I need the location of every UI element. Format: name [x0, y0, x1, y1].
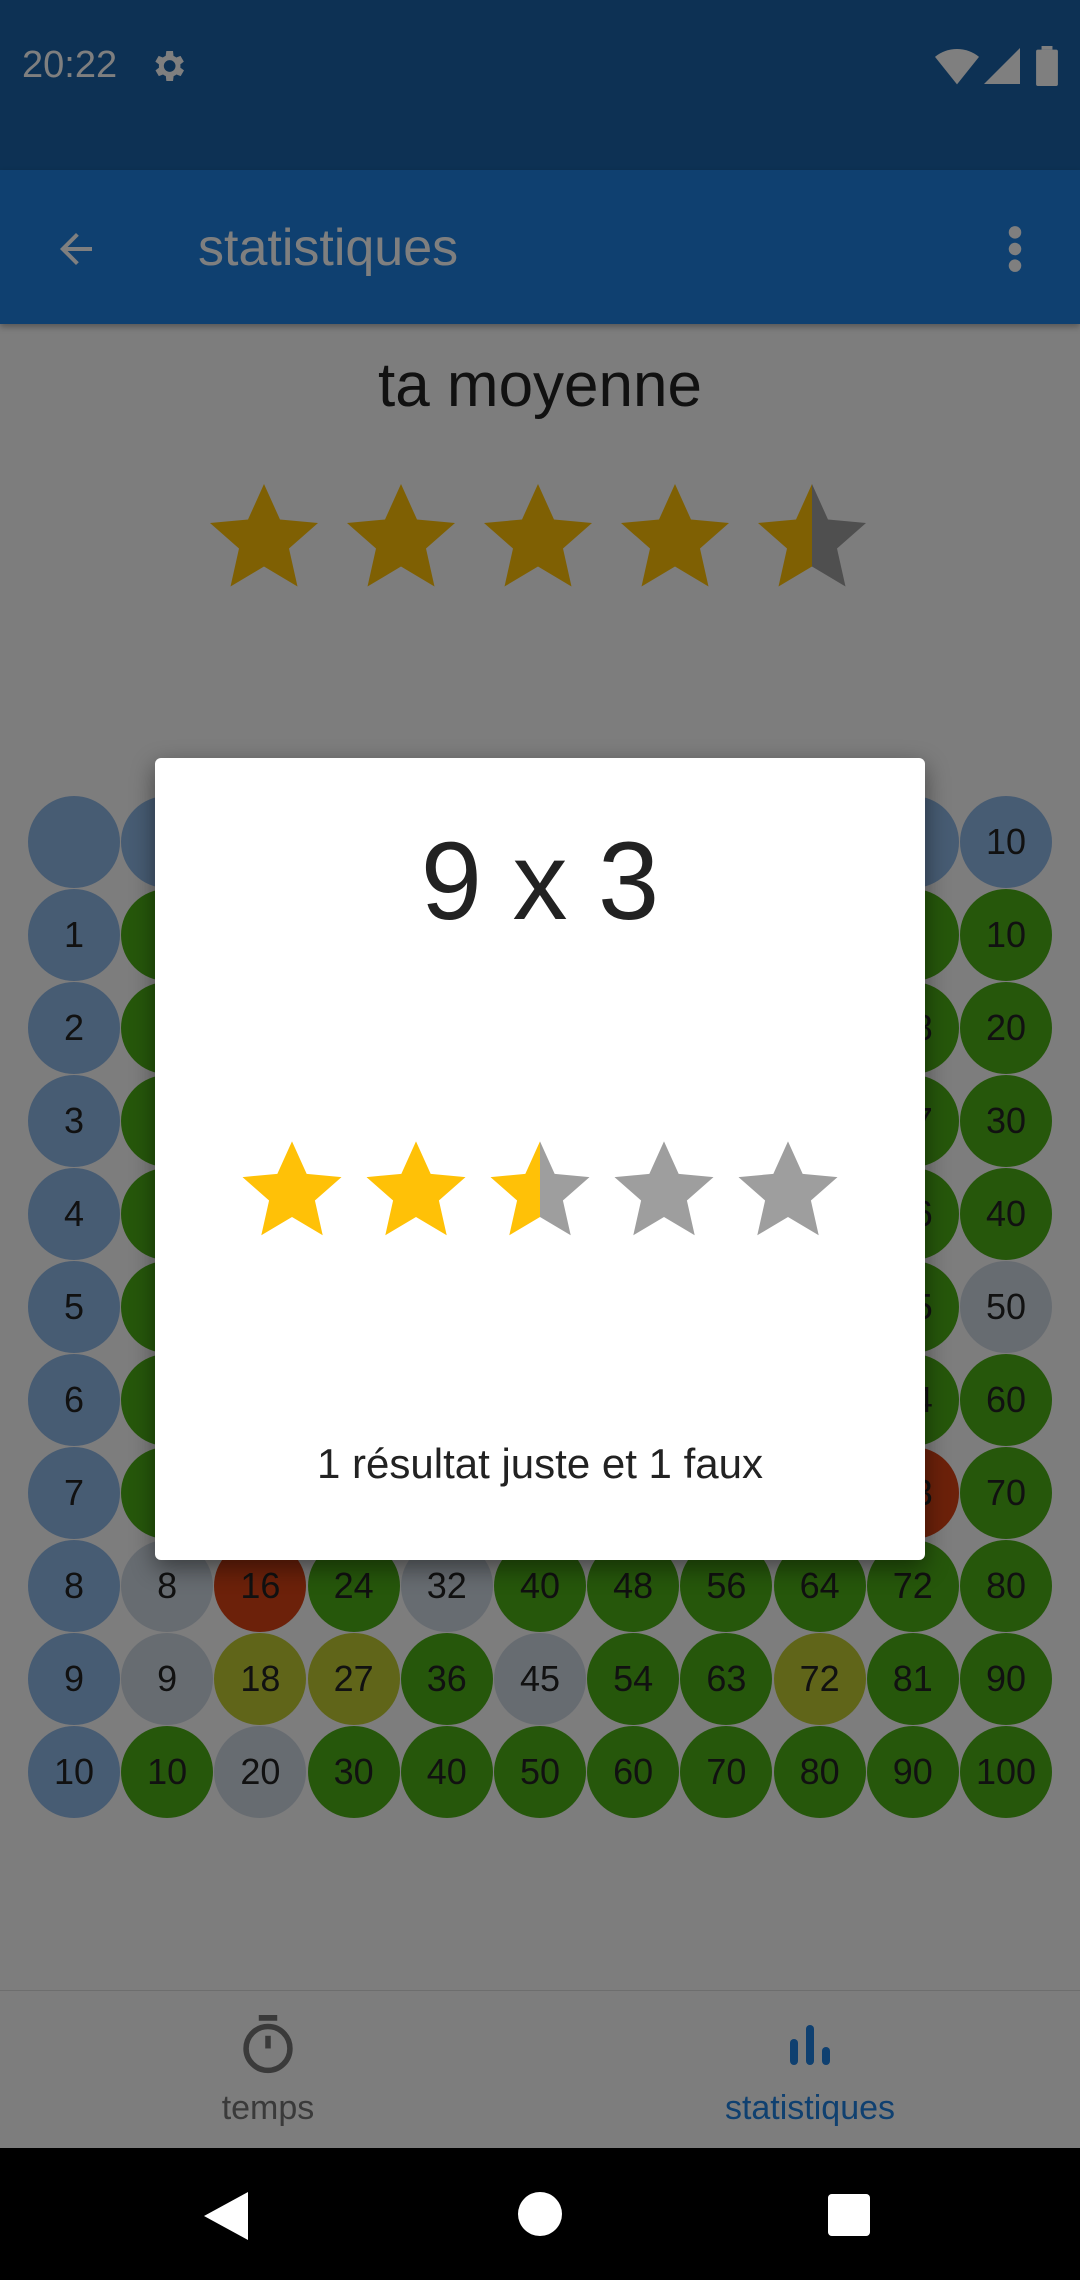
star-icon — [490, 1141, 590, 1236]
back-triangle-icon[interactable] — [204, 2192, 248, 2240]
recents-square-icon[interactable] — [828, 2194, 870, 2236]
home-circle-icon[interactable] — [518, 2192, 562, 2236]
result-summary: 1 résultat juste et 1 faux — [317, 1440, 763, 1487]
multiplication-fact: 9 x 3 — [420, 820, 660, 943]
system-navigation-bar — [0, 2148, 1080, 2280]
star-icon — [614, 1141, 714, 1236]
star-icon — [242, 1141, 342, 1236]
star-icon — [738, 1141, 838, 1236]
star-icon — [366, 1141, 466, 1236]
result-dialog: 9 x 3 1 résultat juste et 1 faux — [155, 758, 925, 1560]
